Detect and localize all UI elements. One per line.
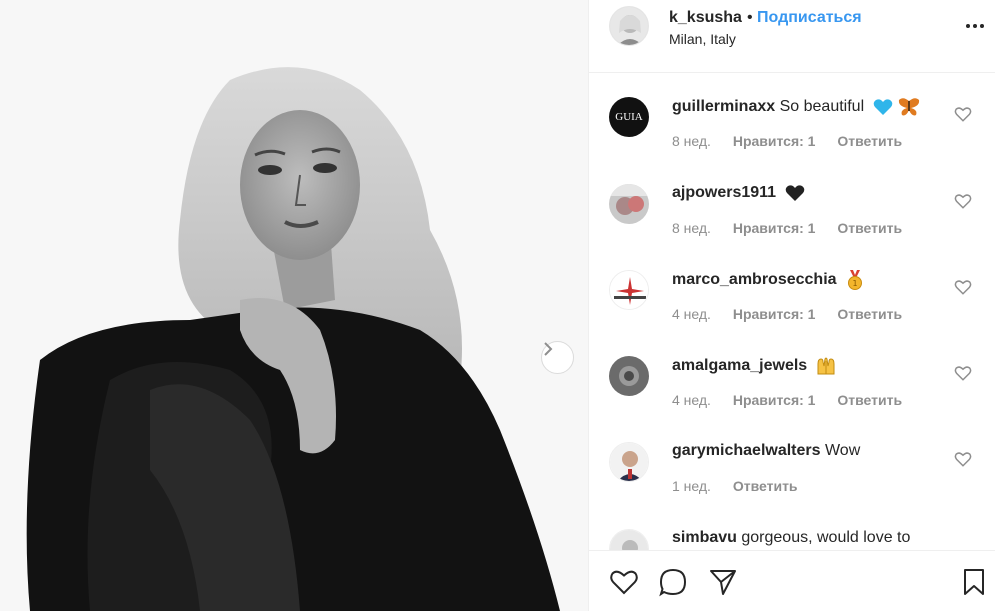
comment-item: amalgama_jewels 4 нед. Нравится: 1 Ответ…: [589, 356, 995, 442]
comment-likes[interactable]: Нравится: 1: [733, 220, 816, 236]
reply-button[interactable]: Ответить: [837, 133, 902, 149]
comment-text: amalgama_jewels: [672, 356, 836, 376]
post-location[interactable]: Milan, Italy: [669, 31, 736, 47]
medal-icon: 1: [847, 270, 862, 290]
like-comment-heart-icon[interactable]: [954, 192, 972, 210]
comment-body: So beautiful: [779, 98, 865, 116]
reply-button[interactable]: Ответить: [837, 306, 902, 322]
comment-body: gorgeous, would love to: [741, 529, 911, 546]
like-comment-heart-icon[interactable]: [954, 105, 972, 123]
comment-text: simbavu gorgeous, would love to: [672, 529, 910, 547]
comment-time[interactable]: 1 нед.: [672, 478, 711, 494]
comment-meta: 8 нед. Нравится: 1 Ответить: [672, 133, 920, 149]
comment-item: GUIA guillerminaxx So beautiful 8 нед. Н…: [589, 97, 995, 183]
like-comment-heart-icon[interactable]: [954, 450, 972, 468]
comment-username[interactable]: ajpowers1911: [672, 184, 776, 201]
comment-likes[interactable]: Нравится: 1: [733, 133, 816, 149]
more-options-button[interactable]: [963, 14, 987, 38]
butterfly-icon: [898, 98, 920, 116]
comment-username[interactable]: garymichaelwalters: [672, 442, 821, 459]
commenter-avatar[interactable]: [609, 184, 649, 224]
bookmark-icon[interactable]: [959, 567, 989, 597]
separator-dot: •: [747, 9, 753, 26]
comment-text: guillerminaxx So beautiful: [672, 97, 920, 117]
heart-outline-icon[interactable]: [609, 567, 639, 597]
avatar-image: [609, 356, 649, 396]
avatar-image: [609, 184, 649, 224]
black-heart-icon: [785, 185, 804, 201]
comment-text: marco_ambrosecchia 1: [672, 270, 865, 290]
comment-time[interactable]: 8 нед.: [672, 220, 711, 236]
like-comment-heart-icon[interactable]: [954, 278, 972, 296]
comment-item: ajpowers1911 8 нед. Нравится: 1 Ответить: [589, 184, 995, 270]
author-avatar[interactable]: [609, 6, 649, 46]
comment-username[interactable]: guillerminaxx: [672, 98, 775, 115]
commenter-avatar[interactable]: GUIA: [609, 97, 649, 137]
comment-meta: 1 нед. Ответить: [672, 478, 816, 494]
reply-button[interactable]: Ответить: [837, 220, 902, 236]
comment-text: ajpowers1911: [672, 184, 805, 202]
reply-button[interactable]: Ответить: [733, 478, 798, 494]
author-username[interactable]: k_ksusha: [669, 9, 742, 27]
comment-body: Wow: [824, 442, 861, 459]
comment-time[interactable]: 8 нед.: [672, 133, 711, 149]
comment-item: marco_ambrosecchia 1 4 нед. Нравится: 1 …: [589, 270, 995, 356]
commenter-avatar[interactable]: [609, 356, 649, 396]
comment-meta: 8 нед. Нравится: 1 Ответить: [672, 220, 920, 236]
comment-time[interactable]: 4 нед.: [672, 306, 711, 322]
comment-meta: 4 нед. Нравится: 1 Ответить: [672, 306, 920, 322]
comment-likes[interactable]: Нравится: 1: [733, 306, 816, 322]
comment-time[interactable]: 4 нед.: [672, 392, 711, 408]
post-actions-bar: [589, 550, 995, 611]
comment-item: simbavu gorgeous, would love to: [589, 529, 995, 550]
comments-list[interactable]: GUIA guillerminaxx So beautiful 8 нед. Н…: [589, 73, 995, 550]
avatar-image: [610, 271, 648, 309]
blue-heart-icon: [873, 99, 892, 115]
comment-username[interactable]: simbavu: [672, 529, 737, 546]
commenter-avatar[interactable]: [609, 529, 649, 550]
reply-button[interactable]: Ответить: [837, 392, 902, 408]
comment-username[interactable]: amalgama_jewels: [672, 357, 807, 374]
comment-meta: 4 нед. Нравится: 1 Ответить: [672, 392, 920, 408]
next-photo-button[interactable]: [541, 341, 574, 374]
svg-text:1: 1: [852, 279, 857, 288]
like-comment-heart-icon[interactable]: [954, 364, 972, 382]
follow-button[interactable]: Подписаться: [757, 9, 862, 27]
chevron-right-icon: [544, 342, 553, 356]
comment-item: garymichaelwalters Wow 1 нед. Ответить: [589, 442, 995, 528]
comment-username[interactable]: marco_ambrosecchia: [672, 271, 837, 288]
commenter-avatar[interactable]: [609, 270, 649, 310]
commenter-avatar[interactable]: [609, 442, 649, 482]
post-header: k_ksusha • Подписаться Milan, Italy: [589, 0, 995, 73]
avatar-logo-text: GUIA: [615, 111, 643, 123]
share-icon[interactable]: [708, 567, 738, 597]
avatar-image: [610, 7, 648, 45]
more-dots-icon: [966, 24, 984, 28]
instagram-post-view: k_ksusha • Подписаться Milan, Italy GUIA…: [0, 0, 995, 611]
avatar-image: [610, 443, 648, 481]
avatar-image: [610, 530, 648, 550]
comment-likes[interactable]: Нравится: 1: [733, 392, 816, 408]
comment-text: garymichaelwalters Wow: [672, 442, 860, 460]
post-photo[interactable]: [0, 0, 588, 611]
comment-icon[interactable]: [658, 567, 688, 597]
raised-hands-icon: [817, 357, 835, 375]
post-side-panel: k_ksusha • Подписаться Milan, Italy GUIA…: [588, 0, 995, 611]
photo-image: [0, 0, 588, 611]
